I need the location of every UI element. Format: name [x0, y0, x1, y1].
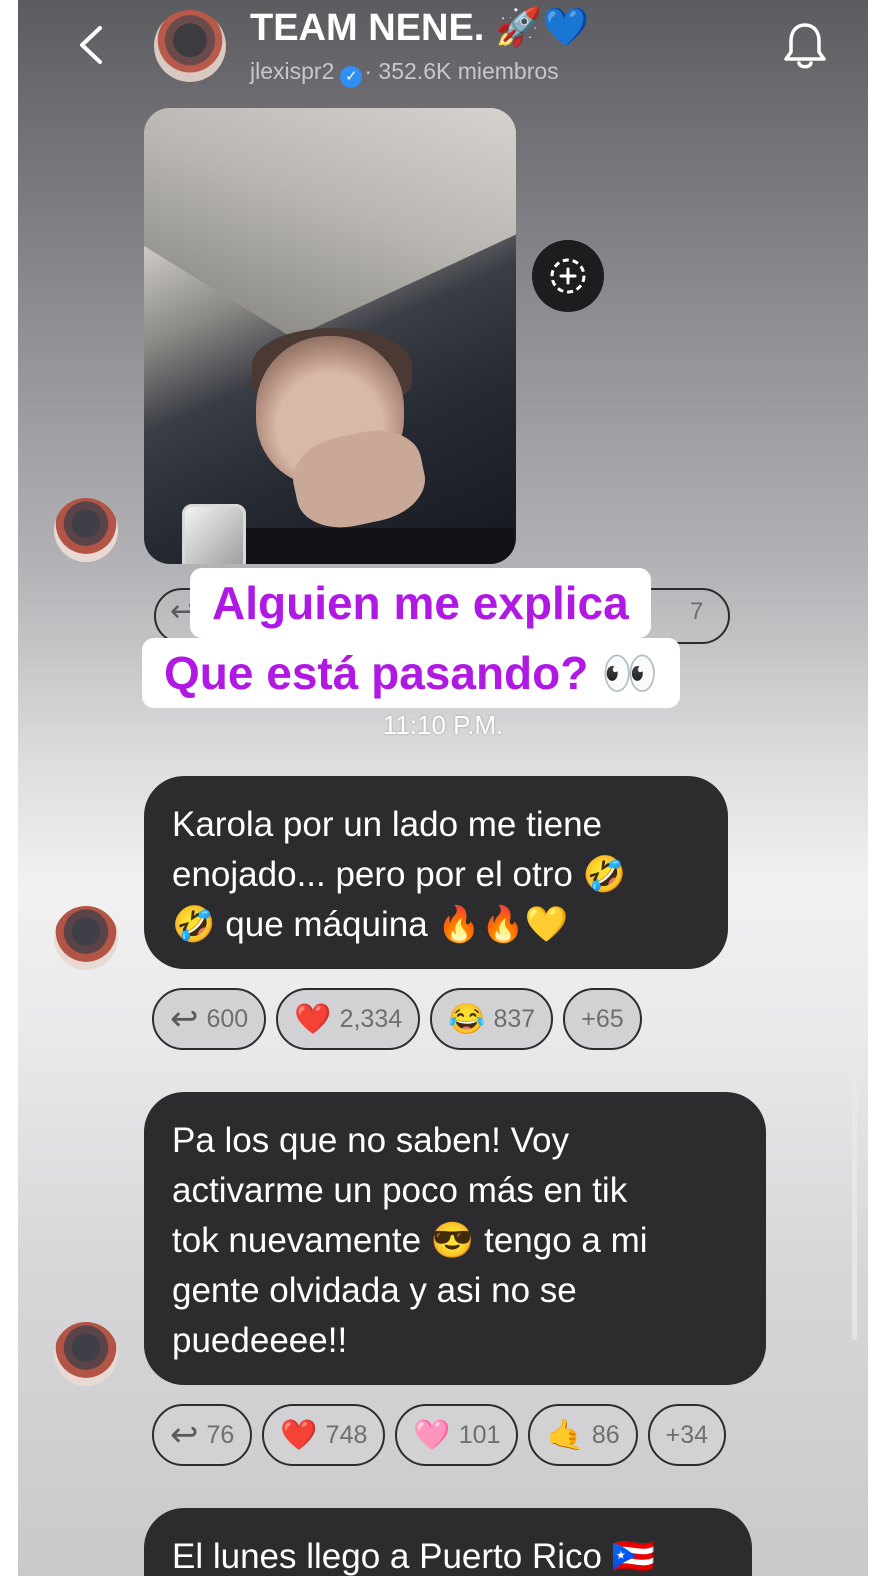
chat-header: TEAM NENE. 🚀💙 jlexispr2 ✓ · 352.6K miembro… — [18, 0, 868, 100]
channel-title[interactable]: TEAM NENE. 🚀💙 — [250, 6, 590, 50]
sender-avatar[interactable] — [54, 498, 118, 562]
reaction-chip-heart[interactable]: ❤️ 2,334 — [276, 988, 421, 1050]
reaction-chip-pink-heart[interactable]: 🩷 101 — [395, 1404, 519, 1466]
call-me-hand-icon: 🤙 — [546, 1418, 584, 1452]
reaction-chip-more[interactable]: +65 — [563, 988, 642, 1050]
reaction-chip-heart[interactable]: ❤️ 748 — [262, 1404, 386, 1466]
reaction-bar: ↩ 76 ❤️ 748 🩷 101 🤙 86 +34 — [152, 1404, 727, 1466]
caption-line-1: Alguien me explica — [190, 568, 651, 638]
pink-heart-icon: 🩷 — [413, 1418, 451, 1452]
reaction-chip-more[interactable]: +34 — [647, 1404, 727, 1466]
reaction-count: 86 — [591, 1420, 620, 1449]
reply-count: 600 — [206, 1004, 249, 1033]
message-bubble[interactable]: El lunes llego a Puerto Rico 🇵🇷 — [144, 1508, 752, 1576]
message-bubble[interactable]: Pa los que no saben! Voy activarme un po… — [144, 1092, 766, 1385]
photo-shirt — [214, 528, 514, 564]
reply-count-chip[interactable]: ↩ 76 — [152, 1404, 253, 1466]
reaction-count: +65 — [581, 1004, 624, 1033]
laugh-emoji-icon: 😂 — [448, 1002, 486, 1036]
reaction-count: 837 — [493, 1004, 536, 1033]
verified-icon: ✓ — [340, 66, 363, 88]
reaction-chip-call-me[interactable]: 🤙 86 — [528, 1404, 638, 1466]
phone-screen: TEAM NENE. 🚀💙 jlexispr2 ✓ · 352.6K miembro… — [18, 0, 868, 1576]
member-count: · 352.6K miembros — [364, 58, 559, 84]
photo-couch — [144, 108, 516, 338]
chevron-left-icon[interactable] — [70, 22, 116, 68]
reply-arrow-icon: ↩ — [170, 1416, 199, 1454]
channel-subtitle: jlexispr2 ✓ · 352.6K miembros — [250, 58, 559, 88]
message-bubble[interactable]: Karola por un lado me tiene enojado... p… — [144, 776, 728, 969]
reply-count: 76 — [206, 1420, 235, 1449]
reaction-count: 101 — [458, 1420, 501, 1449]
bell-icon[interactable] — [782, 20, 828, 72]
reply-arrow-icon: ↩ — [170, 1000, 199, 1038]
reaction-chip-laugh[interactable]: 😂 837 — [430, 988, 554, 1050]
reply-count-chip[interactable]: ↩ 600 — [152, 988, 267, 1050]
heart-icon: ❤️ — [294, 1002, 332, 1036]
reaction-count: 748 — [325, 1420, 368, 1449]
scrollbar[interactable] — [852, 1016, 857, 1340]
heart-icon: ❤️ — [280, 1418, 318, 1452]
reaction-bar: ↩ 600 ❤️ 2,334 😂 837 +65 — [152, 988, 642, 1050]
channel-username: jlexispr2 — [250, 58, 335, 84]
sender-avatar[interactable] — [54, 1322, 118, 1386]
message-photo[interactable] — [144, 108, 516, 564]
photo-watch — [182, 504, 246, 564]
reaction-count: +34 — [665, 1420, 709, 1449]
reaction-count: 2,334 — [339, 1004, 403, 1033]
sender-avatar[interactable] — [54, 906, 118, 970]
caption-line-2: Que está pasando? 👀 — [142, 638, 681, 708]
channel-avatar[interactable] — [154, 10, 226, 82]
video-caption-overlay: Alguien me explica Que está pasando? 👀 — [0, 566, 886, 716]
add-reaction-icon[interactable] — [532, 240, 604, 312]
